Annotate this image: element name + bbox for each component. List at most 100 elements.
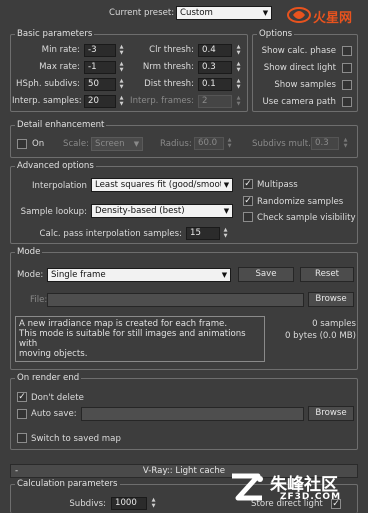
max-rate-spinner-icon[interactable]: ▲ ▼ <box>118 61 125 74</box>
dist-thresh-label: Dist thresh: <box>144 79 194 89</box>
dist-thresh-input[interactable]: 0.1 <box>198 78 232 91</box>
detail-enhancement-title: Detail enhancement <box>15 120 107 130</box>
sample-lookup-label: Sample lookup: <box>20 207 87 217</box>
randomize-samples-checkbox[interactable]: ✓ <box>243 196 253 206</box>
multipass-label: Multipass <box>257 180 298 190</box>
min-rate-label: Min rate: <box>41 45 80 55</box>
dont-delete-label: Don't delete <box>31 393 84 403</box>
use-camera-path-checkbox[interactable] <box>342 97 352 107</box>
max-rate-input[interactable]: -1 <box>84 61 116 74</box>
on-render-end-title: On render end <box>15 373 82 383</box>
calc-pass-label: Calc. pass interpolation samples: <box>39 229 182 239</box>
show-samples-checkbox[interactable] <box>342 80 352 90</box>
current-preset-label: Current preset: <box>109 8 175 18</box>
hsph-subdivs-label: HSph. subdivs: <box>16 79 80 89</box>
nrm-thresh-spinner-icon[interactable]: ▲ ▼ <box>235 61 242 74</box>
auto-save-checkbox[interactable] <box>17 409 27 419</box>
subdivs-mult-input[interactable]: 0.3 <box>311 137 339 150</box>
file-label: File: <box>30 295 48 305</box>
switch-saved-map-label: Switch to saved map <box>31 434 121 444</box>
light-cache-subdivs-label: Subdivs: <box>69 499 106 509</box>
chevron-down-icon: ▼ <box>131 138 142 150</box>
dist-thresh-spinner-icon[interactable]: ▲ ▼ <box>235 78 242 91</box>
chevron-down-icon: ▼ <box>219 269 230 281</box>
scale-label: Scale: <box>63 139 90 149</box>
basic-parameters-title: Basic parameters <box>15 29 95 39</box>
interp-frames-label: Interp. frames: <box>130 96 194 106</box>
zf3d-logo-icon <box>232 473 263 501</box>
multipass-checkbox[interactable]: ✓ <box>243 179 253 189</box>
scale-value: Screen <box>95 139 125 149</box>
show-calc-phase-checkbox[interactable] <box>342 46 352 56</box>
auto-save-label: Auto save: <box>31 409 77 419</box>
logo-icon <box>287 7 311 23</box>
watermark-text: 火星网 <box>313 11 353 26</box>
chevron-down-icon: ▼ <box>260 7 271 19</box>
zf3d-watermark: 朱峰社区 ZF3D.COM <box>228 468 364 506</box>
use-camera-path-label: Use camera path <box>262 97 336 107</box>
chevron-down-icon: ▼ <box>221 179 232 191</box>
file-path-field[interactable] <box>47 293 304 307</box>
light-cache-subdivs-spinner-icon[interactable]: ▲ ▼ <box>150 497 157 510</box>
detail-on-label: On <box>32 139 45 149</box>
nrm-thresh-input[interactable]: 0.3 <box>198 61 232 74</box>
preset-dropdown[interactable]: Custom ▼ <box>176 6 272 20</box>
dont-delete-checkbox[interactable]: ✓ <box>17 392 27 402</box>
detail-on-checkbox[interactable] <box>17 139 27 149</box>
auto-save-browse-button[interactable]: Browse <box>308 406 354 421</box>
mode-browse-button[interactable]: Browse <box>308 292 354 307</box>
save-button[interactable]: Save <box>238 267 294 282</box>
randomize-samples-label: Randomize samples <box>257 197 344 207</box>
clr-thresh-label: Clr thresh: <box>149 45 194 55</box>
check-visibility-label: Check sample visibility <box>257 213 356 223</box>
collapse-minus-icon: - <box>15 466 19 476</box>
scale-dropdown[interactable]: Screen ▼ <box>91 137 143 151</box>
chevron-down-icon: ▼ <box>221 205 232 217</box>
sample-lookup-dropdown[interactable]: Density-based (best) ▼ <box>91 204 233 218</box>
reset-button[interactable]: Reset <box>300 267 354 282</box>
switch-saved-map-checkbox[interactable] <box>17 433 27 443</box>
min-rate-spinner-icon[interactable]: ▲ ▼ <box>118 44 125 57</box>
mode-label: Mode: <box>17 270 44 280</box>
show-direct-light-label: Show direct light <box>263 63 336 73</box>
sample-lookup-value: Density-based (best) <box>95 206 185 216</box>
min-rate-input[interactable]: -3 <box>84 44 116 57</box>
calculation-parameters-title: Calculation parameters <box>15 479 120 489</box>
hsph-subdivs-spinner-icon[interactable]: ▲ ▼ <box>118 78 125 91</box>
radius-label: Radius: <box>160 139 192 149</box>
interpolation-dropdown[interactable]: Least squares fit (good/smooth ▼ <box>91 178 233 192</box>
bytes-count: 0 bytes (0.0 MB) <box>284 331 356 341</box>
huoxing-watermark: 火星网 <box>287 4 365 26</box>
clr-thresh-input[interactable]: 0.4 <box>198 44 232 57</box>
nrm-thresh-label: Nrm thresh: <box>142 62 194 72</box>
auto-save-path-field[interactable] <box>81 407 304 421</box>
interp-samples-input[interactable]: 20 <box>84 95 116 108</box>
hsph-subdivs-input[interactable]: 50 <box>84 78 116 91</box>
max-rate-label: Max rate: <box>39 62 80 72</box>
interp-samples-label: Interp. samples: <box>12 96 82 106</box>
mode-value: Single frame <box>51 270 106 280</box>
options-title: Options <box>257 29 295 39</box>
mode-title: Mode <box>15 247 43 257</box>
subdivs-mult-label: Subdivs mult. <box>252 139 311 149</box>
show-calc-phase-label: Show calc. phase <box>261 46 336 56</box>
light-cache-title: V-Ray:: Light cache <box>142 466 226 476</box>
clr-thresh-spinner-icon[interactable]: ▲ ▼ <box>235 44 242 57</box>
radius-input[interactable]: 60.0 <box>194 137 224 150</box>
show-direct-light-checkbox[interactable] <box>342 63 352 73</box>
calc-pass-spinner-icon[interactable]: ▲ ▼ <box>222 227 229 240</box>
interp-frames-input[interactable]: 2 <box>198 95 232 108</box>
light-cache-subdivs-input[interactable]: 1000 <box>111 497 147 510</box>
mode-dropdown[interactable]: Single frame ▼ <box>47 268 231 282</box>
check-visibility-checkbox[interactable] <box>243 212 253 222</box>
show-samples-label: Show samples <box>274 80 336 90</box>
mode-description: A new irradiance map is created for each… <box>15 316 265 362</box>
interp-frames-spinner-icon[interactable]: ▲ ▼ <box>235 95 242 108</box>
preset-value: Custom <box>180 8 213 18</box>
radius-spinner-icon[interactable]: ▲ ▼ <box>226 137 233 150</box>
subdivs-mult-spinner-icon[interactable]: ▲ ▼ <box>342 137 349 150</box>
interpolation-label: Interpolation <box>32 181 87 191</box>
interpolation-value: Least squares fit (good/smooth <box>95 180 229 190</box>
watermark-url-text: ZF3D.COM <box>280 492 342 502</box>
calc-pass-input[interactable]: 15 <box>186 227 220 240</box>
